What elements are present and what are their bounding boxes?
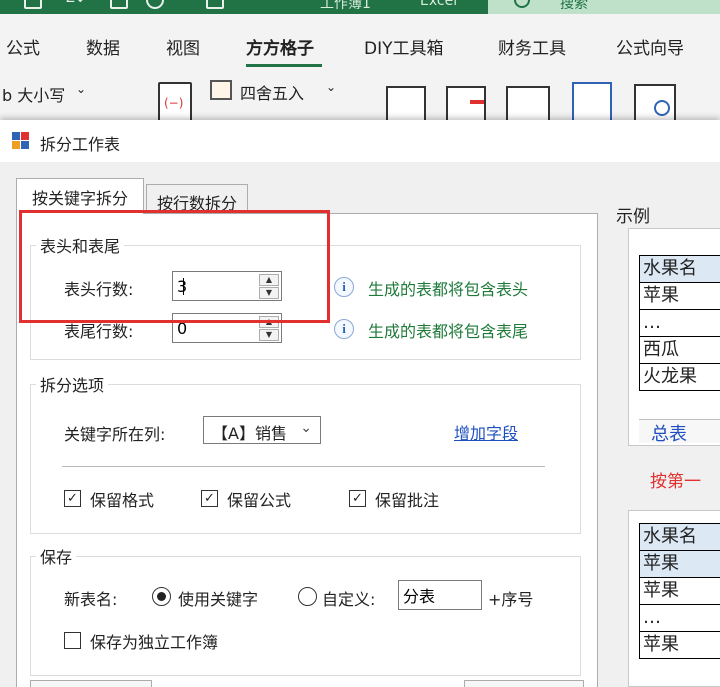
save-title: 保存 xyxy=(36,544,77,568)
add-field-link[interactable]: 增加字段 xyxy=(454,420,518,444)
table-cell: 西瓜 xyxy=(640,337,720,364)
independent-workbook-label: 保存为独立工作簿 xyxy=(90,633,219,652)
stepper-down-icon[interactable]: ▼ xyxy=(259,329,279,341)
independent-workbook-checkbox[interactable] xyxy=(64,632,81,649)
formula-doc-icon[interactable]: (−) xyxy=(158,82,192,122)
lookup-icon[interactable] xyxy=(634,84,676,122)
search-placeholder: 搜索 xyxy=(560,0,588,12)
dialog-title-bar: 拆分工作表 xyxy=(0,120,720,162)
ribbon-tab-finance[interactable]: 财务工具 xyxy=(498,34,566,59)
save-icon[interactable] xyxy=(24,0,42,9)
key-column-label: 关键字所在列: xyxy=(64,425,166,444)
use-keyword-label: 使用关键字 xyxy=(178,590,259,609)
table-cell: 水果名 xyxy=(640,524,720,551)
info-icon: i xyxy=(334,277,354,297)
screenshot-icon[interactable] xyxy=(206,0,224,9)
keep-format-checkbox[interactable]: ✓ xyxy=(64,490,81,507)
table-cell: 水果名 xyxy=(640,256,720,283)
summary-sheet-tab: 总表 xyxy=(639,419,720,445)
highlight-annotation xyxy=(19,210,330,323)
active-tab-underline xyxy=(246,64,322,67)
ribbon-tab-bar: 公式 数据 视图 方方格子 DIY工具箱 财务工具 公式向导 xyxy=(0,14,720,70)
app-name: Excel xyxy=(420,0,458,9)
app-logo-icon xyxy=(12,132,30,150)
ribbon-tab-formulas[interactable]: 公式 xyxy=(6,34,40,59)
suffix-label: +序号 xyxy=(488,590,534,609)
keep-format-label: 保留格式 xyxy=(90,491,155,510)
chart-icon[interactable] xyxy=(110,0,128,9)
example-title: 示例 xyxy=(616,207,650,227)
excel-title-bar: Z↓ 工作簿1 Excel 搜索 xyxy=(0,0,720,14)
custom-name-radio[interactable] xyxy=(298,587,317,606)
table-cell: … xyxy=(640,310,720,337)
table-cell: … xyxy=(640,605,720,632)
clipboard-icon[interactable] xyxy=(386,86,426,122)
keep-formula-label: 保留公式 xyxy=(227,491,292,510)
chevron-down-icon[interactable]: ⌄ xyxy=(76,82,86,96)
ribbon-tab-fangfang[interactable]: 方方格子 xyxy=(246,34,314,59)
divider xyxy=(62,466,545,467)
summary-sheet-tab-label: 总表 xyxy=(651,424,687,445)
example-summary-preview: 水果名 苹果 … 西瓜 火龙果 总表 xyxy=(628,228,720,446)
chevron-down-icon: ⌄ xyxy=(300,420,312,436)
keep-comment-checkbox[interactable]: ✓ xyxy=(349,490,366,507)
table-cell: 苹果 xyxy=(640,632,720,659)
document-name: 工作簿1 xyxy=(320,0,371,12)
example-split-preview: 水果名 苹果 苹果 … 苹果 xyxy=(628,510,720,687)
new-name-label: 新表名: xyxy=(64,590,118,609)
ribbon-tab-diy-toolbox[interactable]: DIY工具箱 xyxy=(364,34,444,59)
ribbon-tab-data[interactable]: 数据 xyxy=(86,34,120,59)
case-button[interactable]: b 大小写 xyxy=(2,82,65,106)
table-cell: 火龙果 xyxy=(640,364,720,391)
ok-button-edge[interactable] xyxy=(30,680,152,687)
custom-name-input[interactable] xyxy=(399,581,481,609)
split-options-title: 拆分选项 xyxy=(36,372,109,396)
ribbon-toolbar: b 大小写 ⌄ (−) 四舍五入 ⌄ xyxy=(0,70,720,122)
link-icon[interactable] xyxy=(146,0,164,9)
text-lines-icon[interactable] xyxy=(446,86,486,122)
custom-name-field[interactable] xyxy=(398,580,482,610)
summary-table: 水果名 苹果 … 西瓜 火龙果 xyxy=(639,255,720,391)
keep-formula-checkbox[interactable]: ✓ xyxy=(201,490,218,507)
custom-name-label: 自定义: xyxy=(322,590,376,609)
split-options-group xyxy=(30,384,581,534)
footer-hint: 生成的表都将包含表尾 xyxy=(368,322,529,341)
ribbon-tab-formula-wizard[interactable]: 公式向导 xyxy=(616,34,684,59)
sheet-swap-icon[interactable] xyxy=(572,82,612,122)
sort-icon[interactable]: Z↓ xyxy=(66,0,86,9)
ribbon-tab-view[interactable]: 视图 xyxy=(166,34,200,59)
dialog-title: 拆分工作表 xyxy=(40,135,121,154)
info-icon: i xyxy=(334,319,354,339)
key-column-value: 【A】销售 xyxy=(212,424,287,443)
save-group xyxy=(30,556,581,676)
use-keyword-radio[interactable] xyxy=(152,587,171,606)
chevron-down-icon[interactable]: ⌄ xyxy=(326,80,336,94)
key-column-select[interactable]: 【A】销售 ⌄ xyxy=(203,416,321,444)
tab-split-by-keyword[interactable]: 按关键字拆分 xyxy=(16,178,144,214)
table-cell: 苹果 xyxy=(640,578,720,605)
split-note: 按第一 xyxy=(650,472,701,492)
table-cell: 苹果 xyxy=(640,551,720,578)
cancel-button-edge[interactable] xyxy=(464,680,584,687)
split-table: 水果名 苹果 苹果 … 苹果 xyxy=(639,523,720,659)
table-cell: 苹果 xyxy=(640,283,720,310)
round-icon xyxy=(210,80,232,100)
grid-icon[interactable] xyxy=(506,86,550,122)
round-button[interactable]: 四舍五入 xyxy=(240,80,304,104)
header-hint: 生成的表都将包含表头 xyxy=(368,280,529,299)
keep-comment-label: 保留批注 xyxy=(375,491,440,510)
